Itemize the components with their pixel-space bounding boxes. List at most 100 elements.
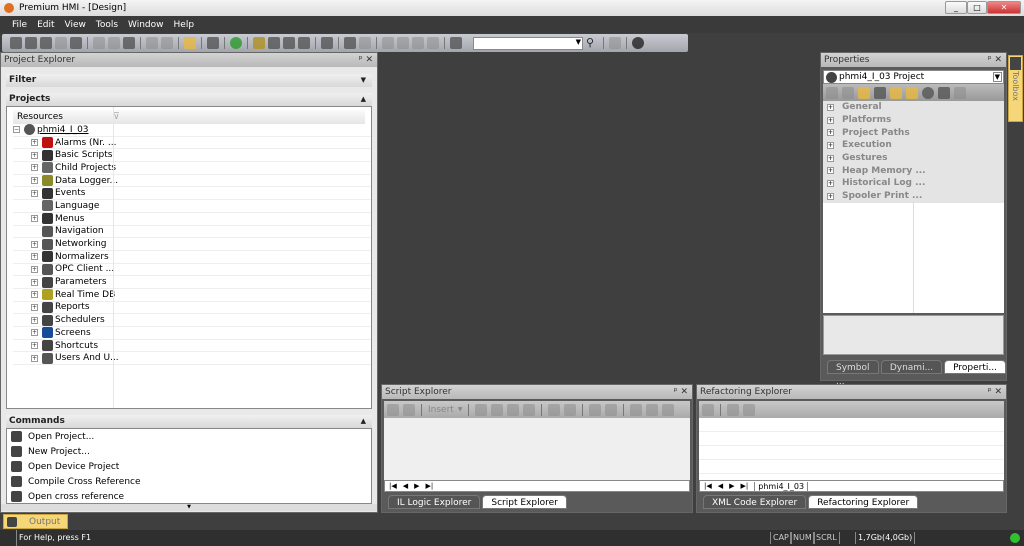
filter-section[interactable]: Filter ▼ xyxy=(6,74,372,87)
tree-item[interactable]: + Parameters xyxy=(13,276,371,289)
save-all-icon[interactable] xyxy=(70,37,82,49)
pin-close-icons[interactable]: ᵖ ✕ xyxy=(988,53,1002,67)
expand-icon[interactable]: + xyxy=(827,141,834,149)
tree-root[interactable]: − phmi4_I_03 xyxy=(13,124,371,137)
menu-edit[interactable]: Edit xyxy=(37,20,54,30)
tree-item[interactable]: + Screens xyxy=(13,327,371,340)
toolbox-tab[interactable]: Toolbox xyxy=(1008,55,1023,122)
expand-icon[interactable]: + xyxy=(31,278,38,286)
grid-icon[interactable] xyxy=(727,403,739,416)
tree-item[interactable]: + Events xyxy=(13,187,371,201)
up-arrow-icon[interactable] xyxy=(954,86,966,99)
tree-item[interactable]: Language xyxy=(13,200,371,213)
expand-icon[interactable]: + xyxy=(827,103,834,111)
sheet-tab[interactable]: phmi4_I_03 xyxy=(754,481,809,491)
commands-section[interactable]: Commands ▲ xyxy=(6,415,372,428)
help-icon[interactable] xyxy=(632,37,644,49)
redo-icon[interactable] xyxy=(161,37,173,49)
comment-icon[interactable] xyxy=(906,86,918,99)
validate-icon[interactable] xyxy=(427,37,439,49)
commands-expander[interactable]: ▼ xyxy=(1,504,377,511)
collapse-icon[interactable]: − xyxy=(13,126,20,134)
tab-dynamic[interactable]: Dynami... xyxy=(880,360,943,374)
help-icon[interactable] xyxy=(922,86,934,99)
paste-icon[interactable] xyxy=(630,403,643,416)
pin-close-icons[interactable]: ᵖ ✕ xyxy=(359,53,373,67)
tab-script-explorer[interactable]: Script Explorer xyxy=(482,495,567,509)
new-icon[interactable] xyxy=(10,37,22,49)
window-icon[interactable] xyxy=(344,37,356,49)
tree-item[interactable]: + Data Logger... xyxy=(13,175,371,188)
copy-icon[interactable] xyxy=(662,403,675,416)
command-compile-cross-reference[interactable]: Compile Cross Reference xyxy=(7,474,371,489)
paste-icon[interactable] xyxy=(123,37,135,49)
open-icon[interactable] xyxy=(25,37,37,49)
menu-tools[interactable]: Tools xyxy=(96,20,118,30)
expand-icon[interactable]: + xyxy=(31,303,38,311)
sheet-navigator[interactable]: |◀ ◀ ▶ ▶| phmi4_I_03 xyxy=(699,480,1004,492)
sheet-navigator[interactable]: |◀ ◀ ▶ ▶| xyxy=(384,480,690,492)
tab-symbol[interactable]: Symbol ... xyxy=(827,360,879,387)
property-group[interactable]: + Gestures xyxy=(823,152,1004,165)
page-icon[interactable] xyxy=(890,86,902,99)
expand-icon[interactable]: + xyxy=(827,154,834,162)
tools-icon[interactable] xyxy=(743,403,755,416)
find-icon[interactable] xyxy=(283,37,295,49)
tree-item[interactable]: + Menus xyxy=(13,213,371,226)
list-icon[interactable] xyxy=(507,403,520,416)
expand-icon[interactable]: + xyxy=(827,179,834,187)
search-doc-icon[interactable] xyxy=(450,37,462,49)
property-group[interactable]: + General xyxy=(823,101,1004,114)
insert-dropdown[interactable]: Insert xyxy=(428,405,454,415)
tree-item[interactable]: + Real Time DB xyxy=(13,289,371,302)
expand-icon[interactable]: + xyxy=(31,354,38,362)
maximize-button[interactable]: □ xyxy=(967,1,987,14)
expand-icon[interactable]: + xyxy=(31,240,38,248)
expand-icon[interactable]: + xyxy=(31,139,38,147)
close-button[interactable]: ✕ xyxy=(987,1,1021,14)
build-icon[interactable] xyxy=(207,37,219,49)
script-editor[interactable] xyxy=(384,418,690,480)
expand-icon[interactable]: + xyxy=(31,329,38,337)
refactoring-list[interactable] xyxy=(699,418,1004,480)
expand-icon[interactable]: + xyxy=(31,177,38,185)
tab-properties[interactable]: Properti... xyxy=(944,360,1006,374)
tab-xml-code-explorer[interactable]: XML Code Explorer xyxy=(703,495,807,509)
command-open-cross-reference[interactable]: Open cross reference xyxy=(7,489,371,503)
expand-icon[interactable]: + xyxy=(31,291,38,299)
command-new-project[interactable]: New Project... xyxy=(7,444,371,459)
alphabetical-icon[interactable] xyxy=(874,86,886,99)
property-group[interactable]: + Historical Log ... xyxy=(823,177,1004,190)
copy-icon[interactable] xyxy=(108,37,120,49)
cancel-x-icon[interactable] xyxy=(842,86,854,99)
tree-item[interactable]: + Basic Scripts xyxy=(13,149,371,163)
search-combo[interactable]: ▼ xyxy=(473,36,583,50)
command-open-device-project[interactable]: Open Device Project xyxy=(7,459,371,474)
expand-icon[interactable]: + xyxy=(827,129,834,137)
print-icon[interactable] xyxy=(609,37,621,49)
edit-icon[interactable] xyxy=(268,37,280,49)
cut-icon[interactable] xyxy=(646,403,659,416)
save-icon[interactable] xyxy=(55,37,67,49)
expand-icon[interactable]: + xyxy=(827,116,834,124)
menu-file[interactable]: File xyxy=(12,20,27,30)
chevron-down-icon[interactable]: ▼ xyxy=(576,38,581,46)
checkbox-icon[interactable] xyxy=(359,37,371,49)
expand-icon[interactable]: + xyxy=(31,265,38,273)
tree-item[interactable]: Navigation xyxy=(13,225,371,239)
device-icon[interactable] xyxy=(40,37,52,49)
undo-icon[interactable] xyxy=(146,37,158,49)
tree-item[interactable]: + OPC Client ... xyxy=(13,263,371,277)
property-group[interactable]: + Project Paths xyxy=(823,126,1004,139)
expand-icon[interactable]: + xyxy=(31,342,38,350)
bookmark-icon[interactable] xyxy=(589,403,602,416)
run-icon[interactable] xyxy=(548,403,561,416)
form-icon[interactable] xyxy=(523,403,536,416)
command-open-project[interactable]: Open Project... xyxy=(7,429,371,444)
property-group[interactable]: + Platforms xyxy=(823,114,1004,127)
column-header-resources[interactable]: Resources xyxy=(17,110,113,124)
search-icon[interactable]: ⚲ xyxy=(586,37,598,49)
output-tab[interactable]: Output xyxy=(3,514,68,529)
filter-icon[interactable] xyxy=(938,86,950,99)
expand-icon[interactable]: + xyxy=(827,192,834,200)
